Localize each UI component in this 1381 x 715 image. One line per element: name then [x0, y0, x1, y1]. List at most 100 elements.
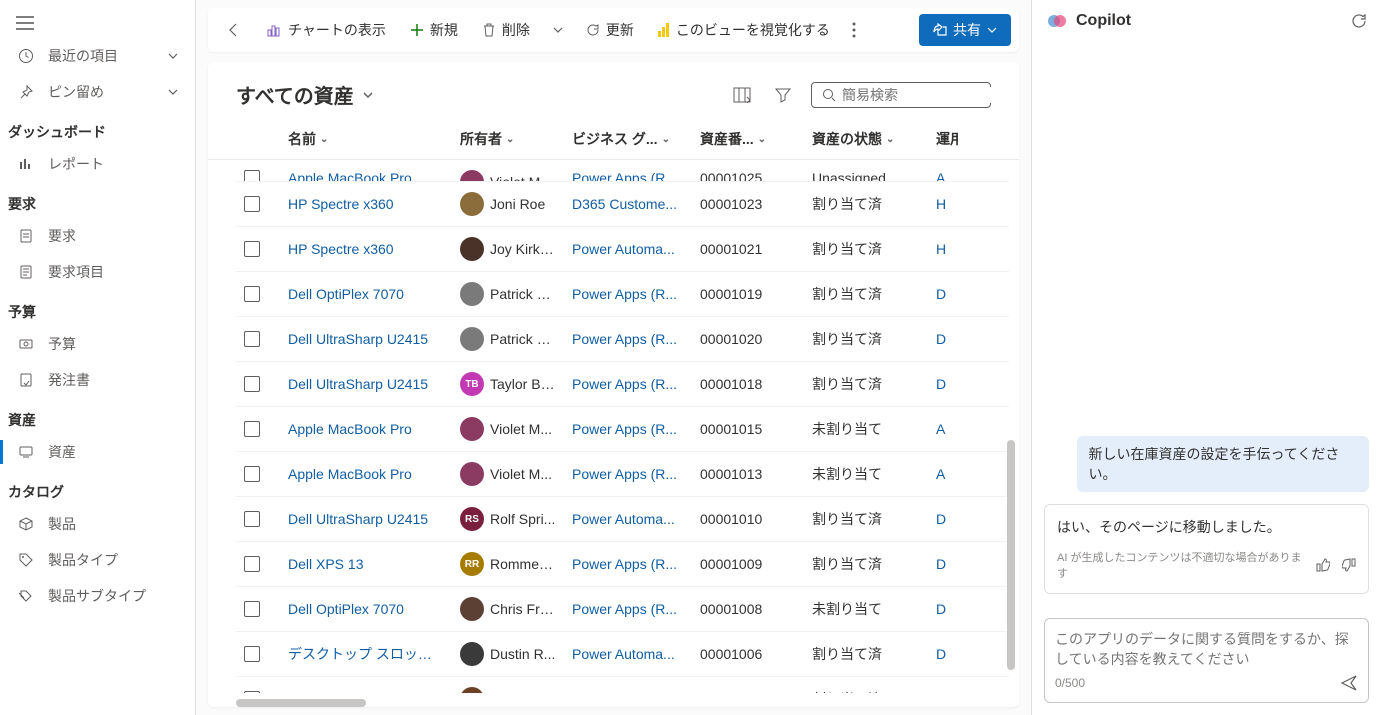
row-checkbox[interactable]: [244, 466, 260, 482]
owner-cell[interactable]: RRRommel ...: [452, 542, 564, 586]
send-button[interactable]: [1340, 674, 1358, 692]
asset-name-link[interactable]: Dell UltraSharp U2415: [280, 321, 452, 357]
bg-cell[interactable]: Power Apps (R...: [564, 456, 692, 492]
bg-cell[interactable]: Power Automa...: [564, 636, 692, 672]
asset-name-link[interactable]: Dell OptiPlex 7070: [280, 591, 452, 627]
owner-cell[interactable]: Chris Fra...: [452, 587, 564, 631]
bg-cell[interactable]: D365 Custome...: [564, 186, 692, 222]
owner-cell[interactable]: RSRolf Spri...: [452, 497, 564, 541]
asset-name-link[interactable]: Dell XPS 13: [280, 546, 452, 582]
thumbs-up-button[interactable]: [1316, 558, 1330, 572]
bg-cell[interactable]: Power Automa...: [564, 501, 692, 537]
op-cell[interactable]: D: [928, 636, 958, 672]
row-checkbox[interactable]: [244, 421, 260, 437]
table-row[interactable]: デスクトップ スロット パンチDustin R...Power Automa..…: [236, 632, 1009, 677]
scrollbar-vertical[interactable]: [1007, 440, 1015, 670]
row-checkbox[interactable]: [244, 170, 260, 182]
hamburger-button[interactable]: [0, 8, 195, 38]
nav-request-item[interactable]: 要求項目: [0, 254, 195, 290]
table-row[interactable]: Dell UltraSharp U2415TBTaylor Br...Power…: [236, 362, 1009, 407]
table-row[interactable]: Apple MacBook ProViolet M...Power Apps (…: [236, 407, 1009, 452]
col-num[interactable]: 資産番...⌄: [692, 119, 804, 159]
table-row[interactable]: Apple MacBook ProViolet M...Power Apps (…: [236, 452, 1009, 497]
table-row[interactable]: HP Spectre x360Joy Kirkw...Power Automa.…: [236, 227, 1009, 272]
op-cell[interactable]: D: [928, 591, 958, 627]
bg-cell[interactable]: Power Apps (R...: [564, 411, 692, 447]
bg-cell[interactable]: Power Apps (R...: [564, 366, 692, 402]
owner-cell[interactable]: Joni Roe: [452, 182, 564, 226]
nav-po[interactable]: 発注書: [0, 362, 195, 398]
search-input[interactable]: [842, 87, 1019, 103]
owner-cell[interactable]: Violet M...: [452, 452, 564, 496]
owner-cell[interactable]: Violet M...: [452, 160, 564, 182]
table-row[interactable]: Apple MacBook ProNicholas ...Power Autom…: [236, 677, 1009, 693]
row-checkbox[interactable]: [244, 601, 260, 617]
table-row[interactable]: Dell OptiPlex 7070Chris Fra...Power Apps…: [236, 587, 1009, 632]
refresh-button[interactable]: [1351, 13, 1367, 29]
asset-name-link[interactable]: Apple MacBook Pro: [280, 160, 452, 182]
view-title[interactable]: すべての資産: [236, 80, 374, 109]
col-op[interactable]: 運用: [928, 119, 958, 159]
owner-cell[interactable]: Patrick C...: [452, 317, 564, 361]
col-bg[interactable]: ビジネス グ...⌄: [564, 119, 692, 159]
bg-cell[interactable]: Power Automa...: [564, 231, 692, 267]
owner-cell[interactable]: Dustin R...: [452, 632, 564, 676]
nav-request[interactable]: 要求: [0, 218, 195, 254]
asset-name-link[interactable]: HP Spectre x360: [280, 231, 452, 267]
asset-name-link[interactable]: Apple MacBook Pro: [280, 456, 452, 492]
op-cell[interactable]: H: [928, 186, 958, 222]
op-cell[interactable]: D: [928, 501, 958, 537]
nav-recent[interactable]: 最近の項目: [0, 38, 195, 74]
asset-name-link[interactable]: デスクトップ スロット パンチ: [280, 634, 452, 674]
owner-cell[interactable]: TBTaylor Br...: [452, 362, 564, 406]
table-row[interactable]: Apple MacBook ProViolet M...Power Apps (…: [236, 160, 1009, 182]
table-row[interactable]: Dell UltraSharp U2415Patrick C...Power A…: [236, 317, 1009, 362]
bg-cell[interactable]: Power Automa...: [564, 681, 692, 693]
row-checkbox[interactable]: [244, 241, 260, 257]
refresh-button[interactable]: 更新: [576, 14, 644, 46]
nav-report[interactable]: レポート: [0, 146, 195, 182]
bg-cell[interactable]: Power Apps (R...: [564, 321, 692, 357]
asset-name-link[interactable]: Dell OptiPlex 7070: [280, 276, 452, 312]
op-cell[interactable]: A: [928, 160, 958, 182]
col-state[interactable]: 資産の状態⌄: [804, 119, 928, 159]
op-cell[interactable]: H: [928, 231, 958, 267]
row-checkbox[interactable]: [244, 196, 260, 212]
op-cell[interactable]: D: [928, 546, 958, 582]
row-checkbox[interactable]: [244, 511, 260, 527]
search-box[interactable]: [811, 82, 991, 108]
visualize-button[interactable]: このビューを視覚化する: [648, 14, 840, 46]
table-row[interactable]: Dell OptiPlex 7070Patrick C...Power Apps…: [236, 272, 1009, 317]
row-checkbox[interactable]: [244, 376, 260, 392]
nav-budget[interactable]: 予算: [0, 326, 195, 362]
asset-name-link[interactable]: Apple MacBook Pro: [280, 681, 452, 693]
filter-button[interactable]: [771, 83, 795, 107]
new-button[interactable]: 新規: [400, 14, 468, 46]
table-row[interactable]: Dell UltraSharp U2415RSRolf Spri...Power…: [236, 497, 1009, 542]
asset-name-link[interactable]: Apple MacBook Pro: [280, 411, 452, 447]
delete-button[interactable]: 削除: [472, 14, 540, 46]
col-owner[interactable]: 所有者⌄: [452, 119, 564, 159]
bg-cell[interactable]: Power Apps (R...: [564, 546, 692, 582]
share-button[interactable]: 共有: [919, 14, 1011, 46]
table-row[interactable]: HP Spectre x360Joni RoeD365 Custome...00…: [236, 182, 1009, 227]
op-cell[interactable]: A: [928, 411, 958, 447]
op-cell[interactable]: D: [928, 276, 958, 312]
bg-cell[interactable]: Power Apps (R...: [564, 276, 692, 312]
grid-body[interactable]: Apple MacBook ProViolet M...Power Apps (…: [208, 160, 1019, 693]
bg-cell[interactable]: Power Apps (R...: [564, 591, 692, 627]
thumbs-down-button[interactable]: [1342, 558, 1356, 572]
back-button[interactable]: [216, 16, 252, 44]
nav-assets[interactable]: 資産: [0, 434, 195, 470]
edit-columns-button[interactable]: [729, 83, 755, 107]
row-checkbox[interactable]: [244, 556, 260, 572]
op-cell[interactable]: D: [928, 321, 958, 357]
col-name[interactable]: 名前⌄: [280, 119, 452, 159]
asset-name-link[interactable]: HP Spectre x360: [280, 186, 452, 222]
row-checkbox[interactable]: [244, 646, 260, 662]
nav-product-type[interactable]: 製品タイプ: [0, 542, 195, 578]
asset-name-link[interactable]: Dell UltraSharp U2415: [280, 366, 452, 402]
op-cell[interactable]: A: [928, 456, 958, 492]
owner-cell[interactable]: Violet M...: [452, 407, 564, 451]
row-checkbox[interactable]: [244, 691, 260, 693]
